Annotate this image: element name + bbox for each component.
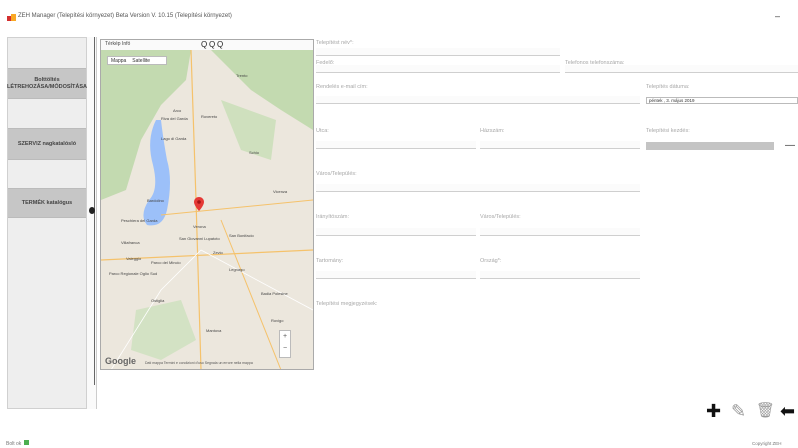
status-indicator-icon — [23, 440, 29, 445]
map-place-label: Rovereto — [201, 114, 218, 119]
city2-input[interactable] — [480, 228, 640, 236]
minimize-button[interactable]: – — [775, 11, 780, 21]
edit-icon[interactable]: ✎ — [731, 402, 746, 420]
map-place-label: Peschiera del Garda — [121, 218, 158, 223]
status-text: Bolt ok — [6, 440, 29, 447]
map-type-switch[interactable]: Mappa Satellite — [107, 56, 167, 65]
map-place-label: Parco Regionale Oglio Sud — [109, 271, 157, 276]
collapse-toggle-icon[interactable] — [89, 207, 95, 214]
zoom-out-icon[interactable]: Q — [217, 40, 223, 49]
zoom-search-icon[interactable]: Q — [201, 40, 207, 49]
country-input[interactable] — [480, 271, 640, 279]
location-pin-icon[interactable] — [194, 197, 204, 211]
map-view[interactable]: Térkép Infó Q Q Q Trento Riva del Garda … — [100, 39, 314, 370]
county-input[interactable] — [316, 271, 476, 279]
google-logo: Google — [105, 356, 136, 366]
sidebar: Bolttöltés LÉTREHOZÁSA/MÓDOSÍTÁSA SZERVI… — [7, 37, 87, 409]
map-place-label: Bardolino — [147, 198, 165, 203]
city2-label: Város/Település: — [480, 214, 521, 220]
map-place-label: Vicenza — [273, 189, 288, 194]
map-place-label: Legnago — [229, 267, 245, 272]
map-attribution[interactable]: Dati mappa Termini e condizioni d'uso Se… — [145, 361, 253, 365]
map-place-label: Rovigo — [271, 318, 284, 323]
map-place-label: Badia Polesine — [261, 291, 288, 296]
map-place-label: Verona — [193, 224, 206, 229]
sidebar-resize-handle[interactable] — [87, 37, 97, 409]
map-place-label: Lago di Garda — [161, 136, 187, 141]
installer-name-input[interactable] — [316, 48, 560, 56]
map-place-label: Arco — [173, 108, 182, 113]
window-title: ZEH Manager (Telepítési környezet) Beta … — [18, 13, 232, 19]
county-label: Tartomány: — [316, 258, 344, 264]
map-place-label: Zevio — [213, 250, 224, 255]
sidebar-item-product-catalog[interactable]: TERMÉK katalógus — [8, 188, 86, 218]
add-icon[interactable]: ✚ — [706, 402, 721, 420]
company-input[interactable] — [316, 65, 560, 73]
install-image-field[interactable] — [646, 142, 774, 150]
map-place-label: Schio — [249, 150, 260, 155]
map-toolbar-label[interactable]: Térkép Infó — [105, 41, 130, 47]
delete-icon[interactable]: 🗑 — [756, 402, 775, 420]
zoom-plus-icon[interactable]: + — [280, 331, 290, 343]
zip-input[interactable] — [316, 228, 476, 236]
map-place-label: Mantova — [206, 328, 222, 333]
email-input[interactable] — [316, 96, 640, 104]
install-date-picker[interactable]: péntek , 3. május 2019 — [646, 97, 798, 104]
installer-name-label: Telepítést név*: — [316, 40, 354, 46]
map-place-label: Valeggio — [126, 256, 142, 261]
notes-label: Telepítési megjegyzések: — [316, 301, 378, 307]
sidebar-item-create-load[interactable]: Bolttöltés LÉTREHOZÁSA/MÓDOSÍTÁSA — [7, 68, 87, 99]
zip-label: Irányítószám: — [316, 214, 350, 220]
sidebar-item-service[interactable]: SZERVIZ nagkatalósló — [8, 128, 86, 160]
title-bar: ZEH Manager (Telepítési környezet) Beta … — [0, 0, 798, 30]
phone-input[interactable] — [565, 65, 798, 73]
street-input[interactable] — [316, 141, 476, 149]
map-place-label: Parco del Mincio — [151, 260, 181, 265]
install-image-label: Telepítési kezdés: — [646, 128, 690, 134]
remove-image-icon[interactable]: — — [785, 140, 795, 151]
map-place-label: Trento — [236, 73, 248, 78]
copyright-text: Copyright ZEH — [752, 441, 782, 446]
map-place-label: Villafranca — [121, 240, 140, 245]
app-logo-icon — [7, 14, 16, 21]
house-number-input[interactable] — [480, 141, 640, 149]
street-label: Utca: — [316, 128, 329, 134]
email-label: Rendelés e-mail cím: — [316, 84, 368, 90]
city-input[interactable] — [316, 184, 640, 192]
map-type-map[interactable]: Mappa — [111, 58, 126, 64]
map-place-label: Ostiglia — [151, 298, 165, 303]
notes-textarea[interactable] — [316, 310, 640, 370]
map-place-label: San Bonifacio — [229, 233, 254, 238]
zoom-in-icon[interactable]: Q — [209, 40, 215, 49]
house-number-label: Házszám: — [480, 128, 505, 134]
back-icon[interactable]: ⬅ — [780, 402, 795, 420]
zoom-minus-icon[interactable]: − — [280, 343, 290, 355]
status-label: Bolt ok — [6, 441, 22, 447]
install-date-label: Telepítés dátuma: — [646, 84, 690, 90]
map-canvas: Trento Riva del Garda Rovereto Arco Lago… — [101, 50, 313, 369]
map-place-label: San Giovanni Lupatoto — [179, 236, 220, 241]
city-label: Város/Település: — [316, 171, 357, 177]
map-zoom-control[interactable]: + − — [279, 330, 291, 358]
map-place-label: Riva del Garda — [161, 116, 188, 121]
country-label: Ország*: — [480, 258, 502, 264]
map-type-satellite[interactable]: Satellite — [132, 58, 150, 64]
